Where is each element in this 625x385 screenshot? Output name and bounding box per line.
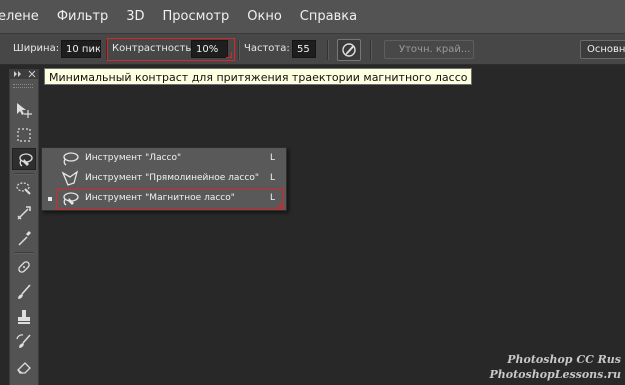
highlight-corner-mark bbox=[276, 202, 282, 208]
crop-tool[interactable] bbox=[12, 202, 36, 224]
polygonal-lasso-icon bbox=[61, 170, 79, 186]
watermark-line-2: PhotoshopLessons.ru bbox=[489, 368, 621, 381]
shortcut-key: L bbox=[270, 173, 276, 183]
eyedropper-icon bbox=[18, 231, 31, 246]
toolbox-separator bbox=[14, 252, 34, 254]
frequency-field[interactable]: 55 bbox=[292, 40, 316, 58]
history-brush-tool[interactable] bbox=[12, 331, 36, 353]
options-bar: Ширина: 10 пикс Контрастность: 10% Часто… bbox=[0, 33, 625, 65]
eraser-icon bbox=[17, 362, 31, 374]
frequency-label: Частота: bbox=[244, 43, 290, 54]
clone-stamp-tool[interactable] bbox=[12, 306, 36, 328]
menu-bar: елене Фильтр 3D Просмотр Окно Справка bbox=[0, 0, 625, 33]
separator bbox=[370, 40, 372, 60]
close-icon bbox=[28, 70, 36, 78]
quick-selection-tool[interactable] bbox=[12, 177, 36, 199]
healing-brush-tool[interactable] bbox=[12, 256, 36, 278]
menu-window[interactable]: Окно bbox=[237, 9, 290, 24]
flyout-item-label: Инструмент "Прямолинейное лассо" bbox=[85, 173, 259, 183]
lasso-flyout-menu: Инструмент "Лассо" L Инструмент "Прямоли… bbox=[41, 147, 287, 211]
refine-edge-button[interactable]: Уточн. край... bbox=[384, 40, 474, 59]
toolbox bbox=[9, 69, 39, 385]
watermark-line-1: Photoshop CC Rus bbox=[507, 353, 621, 366]
toolbox-grip[interactable] bbox=[13, 84, 33, 88]
move-icon bbox=[17, 103, 32, 118]
flyout-item-polygonal-lasso[interactable]: Инструмент "Прямолинейное лассо" L bbox=[42, 169, 286, 189]
magnetic-lasso-highlight bbox=[56, 189, 284, 210]
eraser-tool[interactable] bbox=[12, 356, 36, 378]
menu-view[interactable]: Просмотр bbox=[153, 9, 238, 24]
width-field[interactable]: 10 пикс bbox=[61, 40, 101, 58]
lasso-tool[interactable] bbox=[12, 148, 36, 170]
separator bbox=[327, 40, 329, 60]
selected-bullet bbox=[48, 197, 52, 201]
toolbox-separator bbox=[14, 173, 34, 175]
eyedropper-tool[interactable] bbox=[12, 227, 36, 249]
toolbox-header[interactable] bbox=[10, 69, 38, 79]
flyout-item-label: Инструмент "Лассо" bbox=[85, 153, 182, 163]
brush-tool[interactable] bbox=[12, 281, 36, 303]
tooltip: Минимальный контраст для притяжения трае… bbox=[44, 68, 473, 85]
marquee-icon bbox=[17, 128, 31, 142]
width-label: Ширина: bbox=[13, 43, 60, 54]
shortcut-key: L bbox=[270, 153, 276, 163]
separator bbox=[238, 40, 240, 60]
move-tool[interactable] bbox=[12, 99, 36, 121]
clone-stamp-icon bbox=[18, 310, 30, 324]
healing-brush-icon bbox=[18, 261, 30, 273]
history-brush-icon bbox=[16, 334, 31, 348]
workspace-button[interactable]: Основная bbox=[580, 40, 625, 59]
menu-edit[interactable]: елене bbox=[0, 9, 47, 24]
crop-icon bbox=[17, 206, 31, 220]
menu-filter[interactable]: Фильтр bbox=[47, 9, 116, 24]
flyout-item-lasso[interactable]: Инструмент "Лассо" L bbox=[42, 149, 286, 169]
tablet-pressure-icon bbox=[342, 43, 356, 57]
collapse-arrows-icon bbox=[14, 71, 21, 77]
marquee-tool[interactable] bbox=[12, 124, 36, 146]
brush-icon bbox=[18, 284, 31, 299]
magnetic-lasso-icon bbox=[19, 153, 33, 167]
contrast-highlight bbox=[107, 38, 235, 61]
quick-selection-icon bbox=[16, 182, 31, 195]
menu-3d[interactable]: 3D bbox=[116, 9, 152, 24]
tablet-pressure-button[interactable] bbox=[337, 39, 361, 61]
lasso-icon bbox=[63, 152, 79, 166]
highlight-corner-mark bbox=[226, 52, 232, 58]
menu-help[interactable]: Справка bbox=[290, 9, 365, 24]
